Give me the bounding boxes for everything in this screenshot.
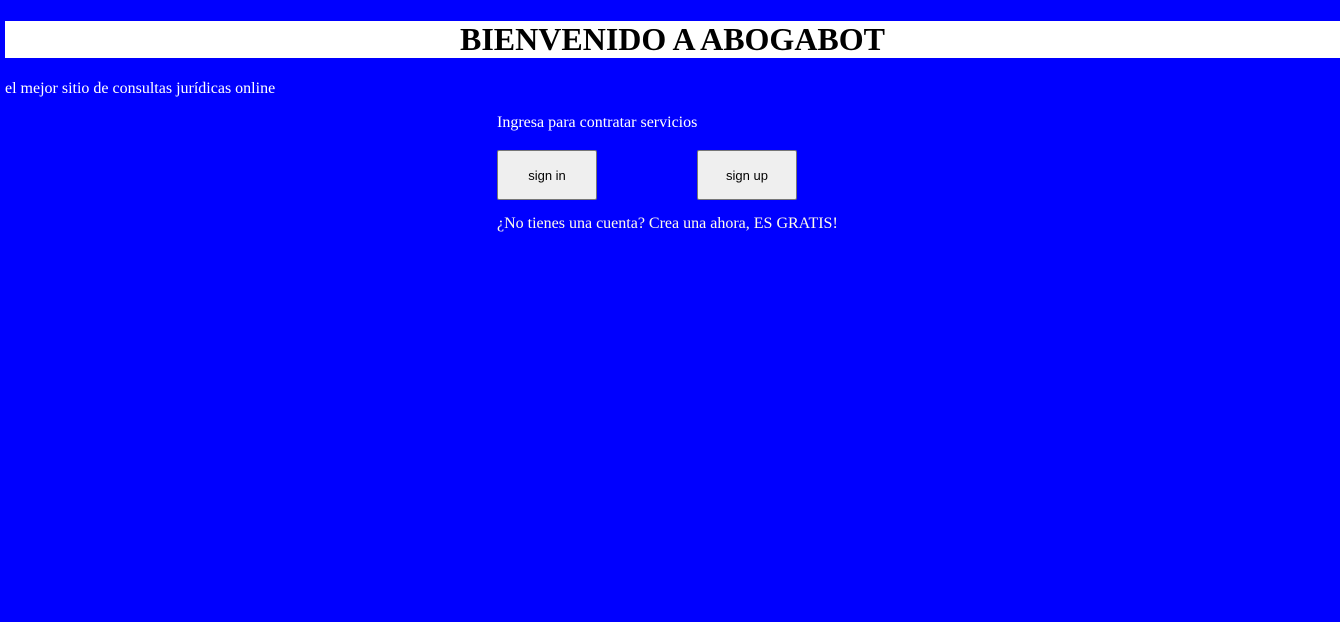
signup-note: ¿No tienes una cuenta? Crea una ahora, E… <box>497 215 838 232</box>
login-prompt: Ingresa para contratar servicios <box>497 114 698 131</box>
sign-in-button[interactable]: sign in <box>497 150 597 200</box>
header-banner: BIENVENIDO A ABOGABOT <box>5 21 1340 58</box>
tagline: el mejor sitio de consultas jurídicas on… <box>5 80 276 97</box>
page-title: BIENVENIDO A ABOGABOT <box>460 21 885 57</box>
page: { "header": { "title": "BIENVENIDO A ABO… <box>0 0 1340 622</box>
sign-up-button[interactable]: sign up <box>697 150 797 200</box>
